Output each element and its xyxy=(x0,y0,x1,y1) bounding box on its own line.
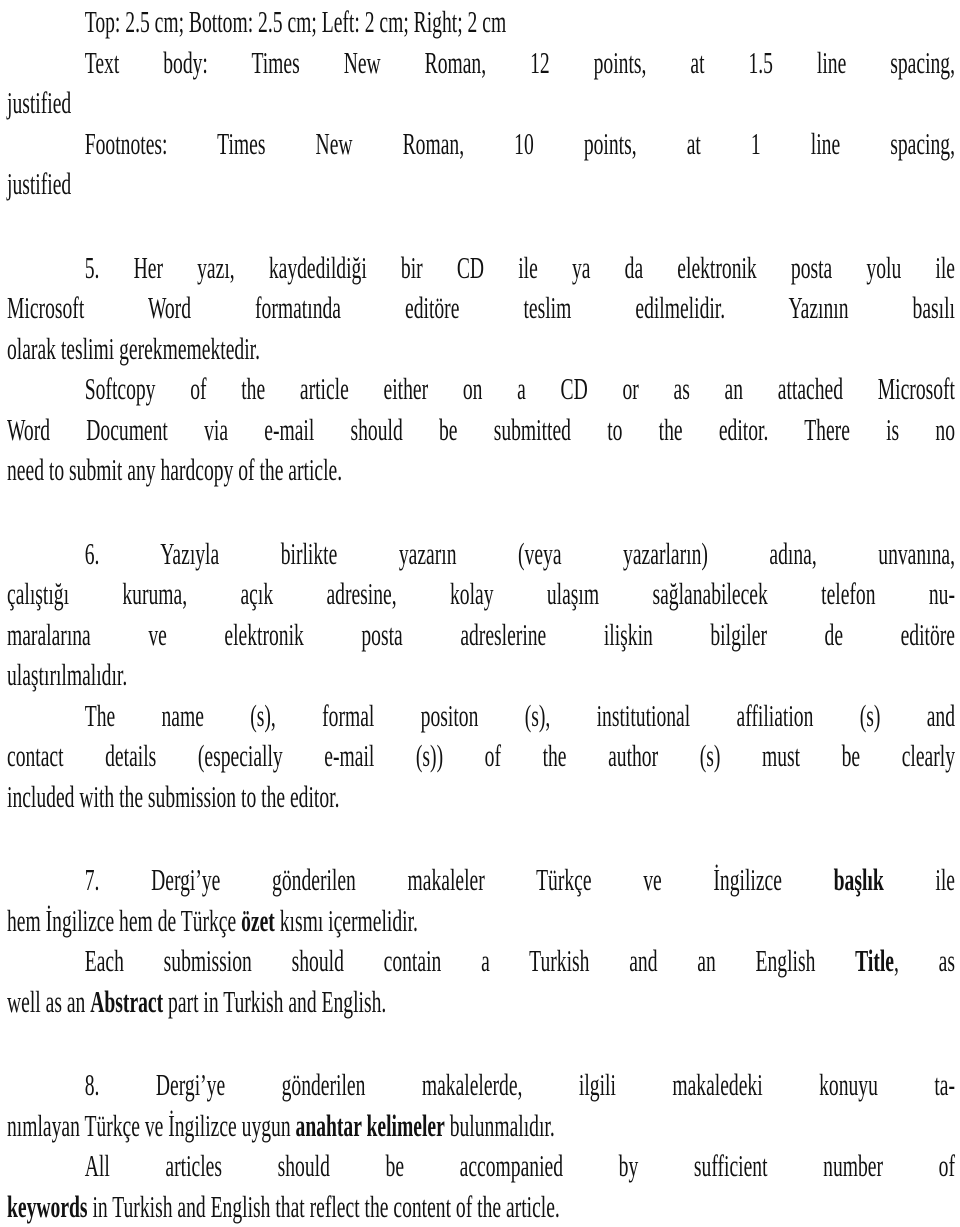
text-body-continuation: justified xyxy=(7,83,955,124)
text: in Turkish and English that reflect the … xyxy=(88,1189,560,1224)
text: Each submission should contain a Turkish… xyxy=(85,943,855,978)
item7-en-line1: Each submission should contain a Turkish… xyxy=(7,941,955,982)
text-body-line: Text body: Times New Roman, 12 points, a… xyxy=(7,43,955,84)
item6-en-line1: The name (s), formal positon (s), instit… xyxy=(7,696,955,737)
item7-tr-line1: 7. Dergi’ye gönderilen makaleler Türkçe … xyxy=(7,860,955,901)
document-page: Top: 2.5 cm; Bottom: 2.5 cm; Left: 2 cm;… xyxy=(7,0,955,1227)
text: kısmı içermelidir. xyxy=(275,903,418,938)
item5-en-line3: need to submit any hardcopy of the artic… xyxy=(7,450,955,491)
bold-term-abstract: Abstract xyxy=(90,984,163,1019)
item6-tr-line4: ulaştırılmalıdır. xyxy=(7,655,955,696)
item8-en-line1: All articles should be accompanied by su… xyxy=(7,1146,955,1187)
text: well as an xyxy=(7,984,90,1019)
item5-tr-line2: Microsoft Word formatında editöre teslim… xyxy=(7,288,955,329)
item6-tr-line1: 6. Yazıyla birlikte yazarın (veya yazarl… xyxy=(7,534,955,575)
item5-en-line1: Softcopy of the article either on a CD o… xyxy=(7,369,955,410)
item7-en-line2: well as an Abstract part in Turkish and … xyxy=(7,982,955,1023)
item6-en-line2: contact details (especially e-mail (s)) … xyxy=(7,736,955,777)
item-6: 6. Yazıyla birlikte yazarın (veya yazarl… xyxy=(7,534,955,818)
footnotes-continuation: justified xyxy=(7,164,955,205)
bold-term-ozet: özet xyxy=(241,903,275,938)
text: 7. Dergi’ye gönderilen makaleler Türkçe … xyxy=(85,862,834,897)
margins-line: Top: 2.5 cm; Bottom: 2.5 cm; Left: 2 cm;… xyxy=(7,2,955,43)
text: part in Turkish and English. xyxy=(163,984,386,1019)
item-7: 7. Dergi’ye gönderilen makaleler Türkçe … xyxy=(7,860,955,1022)
bold-term-baslik: başlık xyxy=(834,862,884,897)
item6-tr-line3: maralarına ve elektronik posta adresleri… xyxy=(7,615,955,656)
item5-en-line2: Word Document via e-mail should be submi… xyxy=(7,410,955,451)
bold-term-keywords: keywords xyxy=(7,1189,88,1224)
item8-en-line2: keywords in Turkish and English that ref… xyxy=(7,1187,955,1227)
text: , as xyxy=(894,943,955,978)
item8-tr-line1: 8. Dergi’ye gönderilen makalelerde, ilgi… xyxy=(7,1065,955,1106)
item8-tr-line2: nımlayan Türkçe ve İngilizce uygun anaht… xyxy=(7,1106,955,1147)
item-5: 5. Her yazı, kaydedildiği bir CD ile ya … xyxy=(7,248,955,491)
item5-tr-line1: 5. Her yazı, kaydedildiği bir CD ile ya … xyxy=(7,248,955,289)
text: nımlayan Türkçe ve İngilizce uygun xyxy=(7,1108,296,1143)
item6-tr-line2: çalıştığı kuruma, açık adresine, kolay u… xyxy=(7,574,955,615)
bold-term-title: Title xyxy=(855,943,894,978)
item5-tr-line3: olarak teslimi gerekmemektedir. xyxy=(7,329,955,370)
item-8: 8. Dergi’ye gönderilen makalelerde, ilgi… xyxy=(7,1065,955,1227)
text: ile xyxy=(884,862,955,897)
item7-tr-line2: hem İngilizce hem de Türkçe özet kısmı i… xyxy=(7,901,955,942)
text: hem İngilizce hem de Türkçe xyxy=(7,903,241,938)
bold-term-anahtar-kelimeler: anahtar kelimeler xyxy=(296,1108,445,1143)
text: bulunmalıdır. xyxy=(445,1108,555,1143)
item6-en-line3: included with the submission to the edit… xyxy=(7,777,955,818)
footnotes-line: Footnotes: Times New Roman, 10 points, a… xyxy=(7,124,955,165)
formatting-section: Top: 2.5 cm; Bottom: 2.5 cm; Left: 2 cm;… xyxy=(7,2,955,205)
